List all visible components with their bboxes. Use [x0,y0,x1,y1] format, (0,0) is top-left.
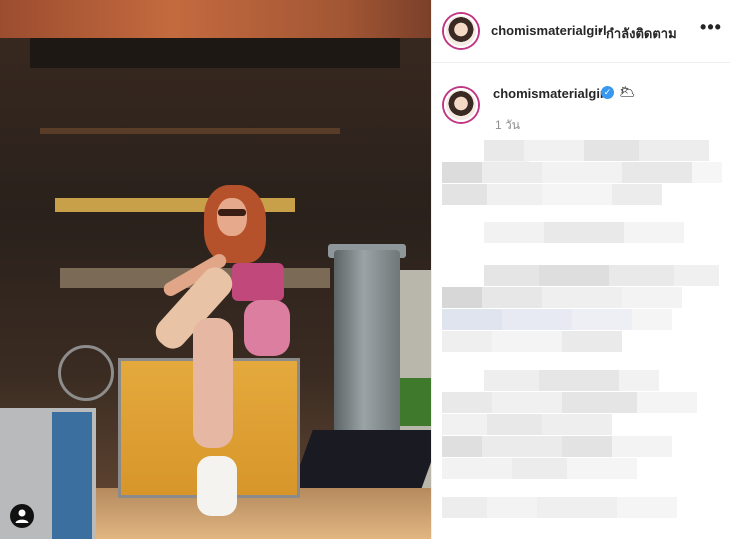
blurred-line [484,222,684,243]
photo-bush [398,378,431,426]
photo-ceiling [0,0,431,38]
caption-author-avatar[interactable] [444,88,478,122]
header-separator: • [598,23,603,38]
caption-username[interactable]: chomismaterialgirl [493,86,609,101]
photo-person-face [217,198,247,236]
photo-person-top [232,263,284,301]
caption-emoji: 🌥 [619,84,636,99]
blurred-line [442,309,672,330]
blurred-line [442,392,697,413]
verified-badge-icon: ✓ [601,86,614,99]
blurred-line [442,458,637,479]
author-avatar[interactable] [444,14,478,48]
photo-person-shoe [197,456,237,516]
post-photo[interactable] [0,0,431,539]
blurred-line [442,436,672,457]
more-options-icon[interactable]: ••• [698,17,724,41]
blurred-line [442,287,682,308]
post-side-panel: chomismaterialgirl • กำลังติดตาม ••• cho… [431,0,730,539]
blurred-line [484,370,659,391]
photo-lamp-panel [52,412,92,539]
post-header: chomismaterialgirl • กำลังติดตาม ••• [432,0,730,63]
blurred-line [442,162,722,183]
blurred-line [442,184,662,205]
user-tag-icon[interactable] [10,504,34,528]
blurred-line [442,331,622,352]
photo-fan [58,345,114,401]
following-button[interactable]: กำลังติดตาม [606,23,677,44]
photo-shelf [40,128,340,134]
photo-person-pants [244,300,290,356]
blurred-line [442,497,677,518]
author-username[interactable]: chomismaterialgirl [491,23,607,38]
post-timestamp[interactable]: 1 วัน [495,116,520,135]
blurred-line [484,140,730,182]
blurred-line [442,414,612,435]
photo-person-leg [193,318,233,448]
photo-rafters [30,38,400,68]
photo-person-sunglasses [218,209,246,216]
blurred-line [484,265,719,286]
